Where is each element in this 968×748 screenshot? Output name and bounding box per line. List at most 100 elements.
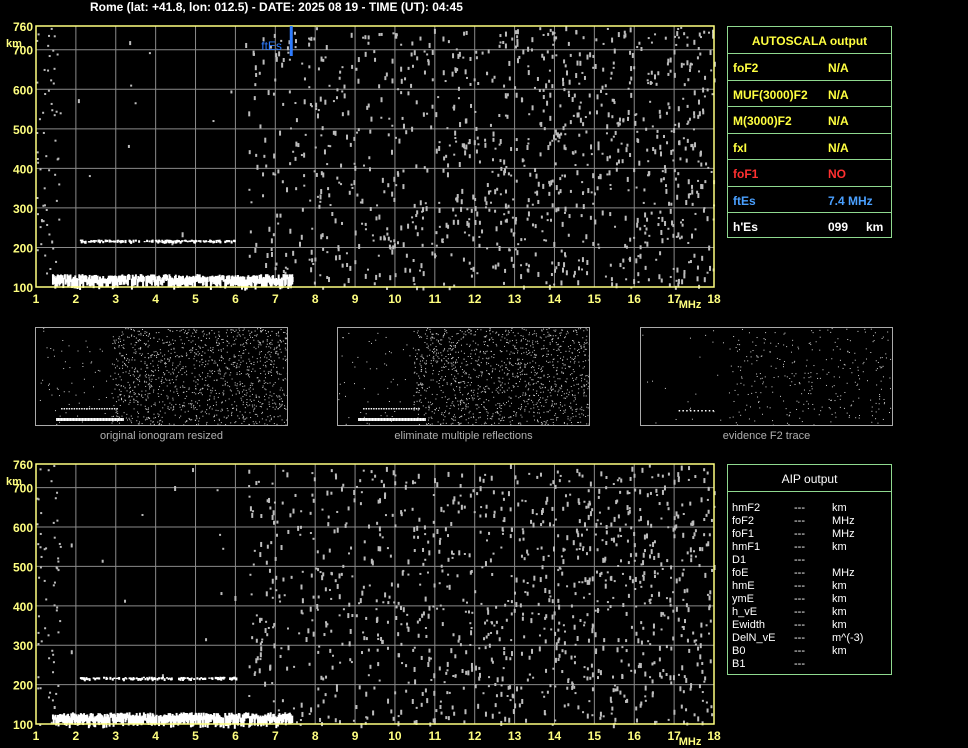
noise-point xyxy=(59,112,62,115)
noise-point xyxy=(548,183,551,187)
thumb-point xyxy=(520,340,522,342)
noise-point xyxy=(334,579,337,583)
thumb-point xyxy=(118,346,120,348)
thumb-point xyxy=(213,415,215,417)
noise-point xyxy=(681,223,684,227)
noise-point xyxy=(650,584,653,588)
noise-point xyxy=(308,86,311,89)
noise-point xyxy=(357,57,360,63)
noise-point xyxy=(469,56,472,61)
noise-point xyxy=(540,215,543,219)
noise-point xyxy=(415,214,418,218)
thumb-point xyxy=(131,334,133,336)
thumb-point xyxy=(241,391,243,393)
thumb-point xyxy=(168,379,170,381)
noise-point xyxy=(650,523,653,528)
noise-point xyxy=(627,189,630,192)
thumb-point xyxy=(160,361,162,363)
noise-point xyxy=(48,55,51,58)
thumb-point xyxy=(585,348,587,350)
noise-point xyxy=(693,39,696,45)
thumb-point xyxy=(57,388,59,390)
noise-point xyxy=(631,579,634,584)
trace-point xyxy=(106,677,109,680)
thumb-point xyxy=(204,344,206,346)
thumb-point xyxy=(256,361,258,363)
thumb-point xyxy=(559,387,561,389)
noise-point xyxy=(664,168,667,174)
noise-point xyxy=(681,572,684,577)
noise-point xyxy=(591,628,594,634)
noise-point xyxy=(704,180,707,184)
noise-point xyxy=(384,592,387,598)
thumb-point xyxy=(179,363,181,365)
thumb-point xyxy=(186,420,188,422)
thumb-point xyxy=(211,329,213,331)
noise-point xyxy=(653,202,656,205)
noise-point xyxy=(181,232,184,238)
thumb-point xyxy=(116,365,118,367)
noise-point xyxy=(394,136,397,139)
noise-point xyxy=(654,74,657,80)
thumb-point xyxy=(243,350,245,352)
noise-point xyxy=(361,590,364,596)
noise-point xyxy=(373,686,376,690)
thumb-point xyxy=(120,397,122,399)
thumb-trace xyxy=(113,418,115,421)
noise-point xyxy=(517,243,520,246)
thumb-point xyxy=(475,360,477,362)
noise-point xyxy=(585,505,588,509)
noise-point xyxy=(301,207,304,212)
thumb-point xyxy=(154,369,156,371)
noise-point xyxy=(411,698,414,704)
noise-point xyxy=(579,101,582,104)
thumb-point xyxy=(172,397,174,399)
noise-point xyxy=(591,714,594,717)
thumb-point xyxy=(242,385,244,387)
noise-point xyxy=(470,208,473,213)
noise-point xyxy=(413,203,416,208)
thumb-point xyxy=(427,347,429,349)
thumb-point xyxy=(164,412,166,414)
noise-point xyxy=(386,232,389,236)
thumb-point xyxy=(218,336,220,338)
noise-point xyxy=(465,144,468,150)
noise-point xyxy=(364,222,367,226)
noise-point xyxy=(541,509,544,515)
trace-point xyxy=(125,678,128,680)
noise-point xyxy=(390,709,393,714)
thumb-point xyxy=(162,372,164,374)
thumb-point xyxy=(162,407,164,409)
thumb-point xyxy=(367,401,369,403)
noise-point xyxy=(352,719,355,722)
thumb-trace xyxy=(69,418,72,421)
noise-point xyxy=(645,127,648,131)
noise-point xyxy=(384,514,387,517)
noise-point xyxy=(634,114,637,117)
noise-point xyxy=(57,684,60,687)
thumb-point xyxy=(276,347,278,349)
thumb-point xyxy=(85,340,87,342)
noise-point xyxy=(622,267,625,270)
thumb-point xyxy=(170,348,172,350)
thumb-point xyxy=(219,343,221,345)
noise-point xyxy=(410,83,413,88)
thumb-point xyxy=(173,391,175,393)
noise-point xyxy=(58,542,61,545)
thumb-point xyxy=(273,393,275,395)
noise-point xyxy=(454,137,457,140)
thumb-point xyxy=(258,396,260,398)
noise-point xyxy=(627,663,630,667)
noise-point xyxy=(320,134,323,137)
noise-point xyxy=(503,651,506,656)
thumb-point xyxy=(250,382,252,384)
thumb-point xyxy=(278,373,280,375)
noise-point xyxy=(579,117,582,123)
thumb-point xyxy=(121,345,123,347)
noise-point xyxy=(680,465,683,471)
noise-point xyxy=(567,678,570,681)
noise-point xyxy=(612,98,615,102)
thumb-point xyxy=(156,352,158,354)
noise-point xyxy=(464,709,467,715)
noise-point xyxy=(49,268,52,271)
